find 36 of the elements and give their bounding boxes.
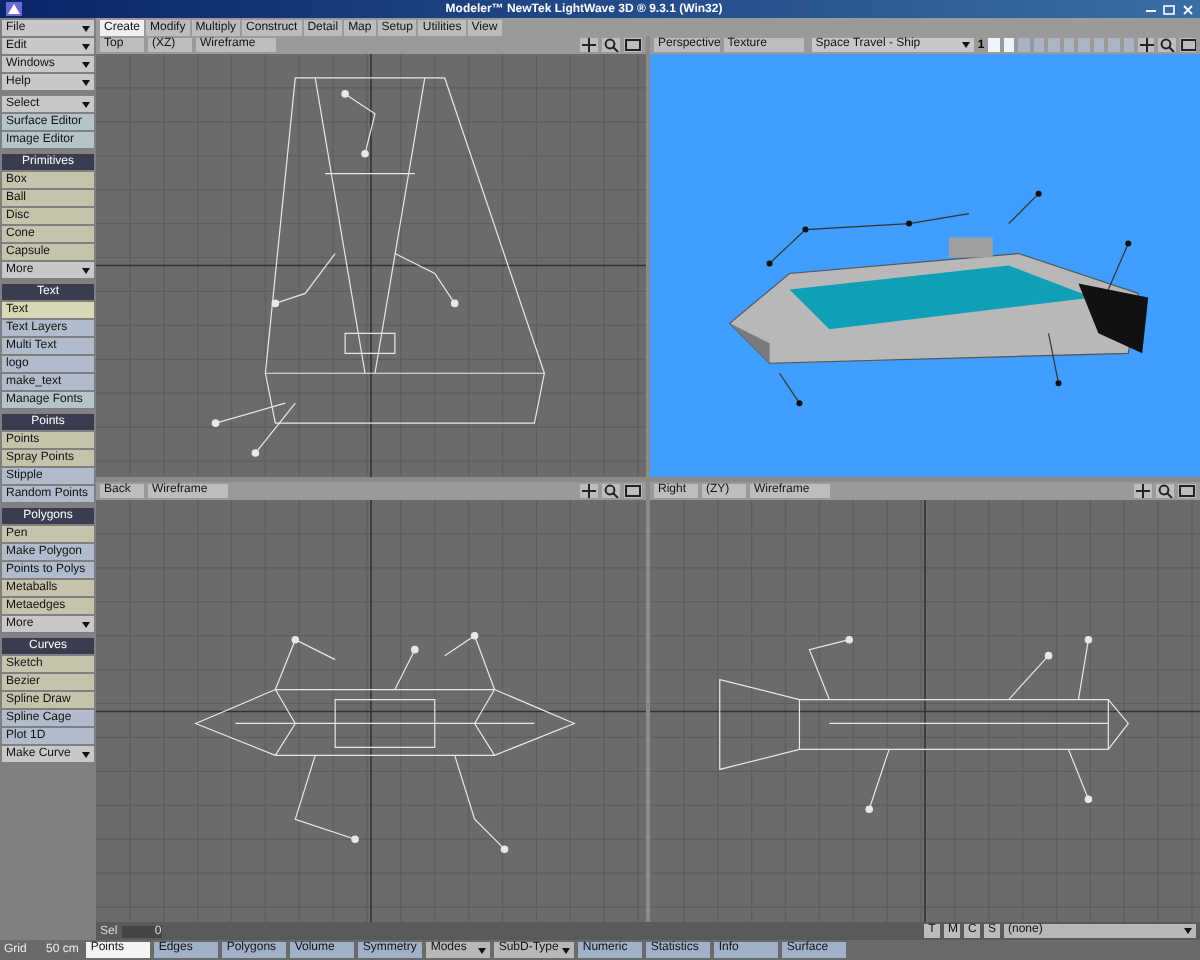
caret-icon bbox=[82, 267, 90, 273]
layer-toggle[interactable] bbox=[1078, 38, 1090, 52]
caret-icon bbox=[82, 25, 90, 31]
layer-toggle[interactable] bbox=[1108, 38, 1120, 52]
move-icon[interactable] bbox=[1138, 38, 1155, 52]
caret-icon bbox=[82, 101, 90, 107]
layer-toggle[interactable] bbox=[1093, 38, 1105, 52]
caret-icon bbox=[478, 947, 487, 953]
search-icon[interactable] bbox=[1158, 38, 1176, 52]
layer-toggle[interactable] bbox=[1063, 38, 1075, 52]
layer-toggle[interactable] bbox=[988, 38, 1000, 52]
window-controls-icon[interactable] bbox=[1146, 3, 1194, 15]
layer-toggle[interactable] bbox=[1003, 38, 1015, 52]
caret-icon bbox=[82, 61, 90, 67]
move-icon[interactable] bbox=[1134, 483, 1152, 497]
caret-icon bbox=[562, 947, 571, 953]
caret-icon bbox=[82, 43, 90, 49]
layer-toggle[interactable] bbox=[1048, 38, 1060, 52]
maximize-icon[interactable] bbox=[624, 38, 642, 52]
move-icon[interactable] bbox=[580, 483, 598, 497]
search-icon[interactable] bbox=[602, 483, 620, 497]
maximize-icon[interactable] bbox=[1178, 483, 1196, 497]
search-icon[interactable] bbox=[602, 38, 620, 52]
caret-icon bbox=[1184, 928, 1192, 934]
maximize-icon[interactable] bbox=[1179, 38, 1196, 52]
search-icon[interactable] bbox=[1156, 483, 1174, 497]
layer-toggle[interactable] bbox=[1018, 38, 1030, 52]
maximize-icon[interactable] bbox=[624, 483, 642, 497]
move-icon[interactable] bbox=[580, 38, 598, 52]
caret-icon bbox=[82, 79, 90, 85]
caret-icon bbox=[82, 751, 90, 757]
app-icon bbox=[6, 2, 22, 16]
caret-icon bbox=[961, 42, 970, 48]
caret-icon bbox=[82, 621, 90, 627]
layer-toggle[interactable] bbox=[1123, 38, 1135, 52]
layer-toggle[interactable] bbox=[1033, 38, 1045, 52]
